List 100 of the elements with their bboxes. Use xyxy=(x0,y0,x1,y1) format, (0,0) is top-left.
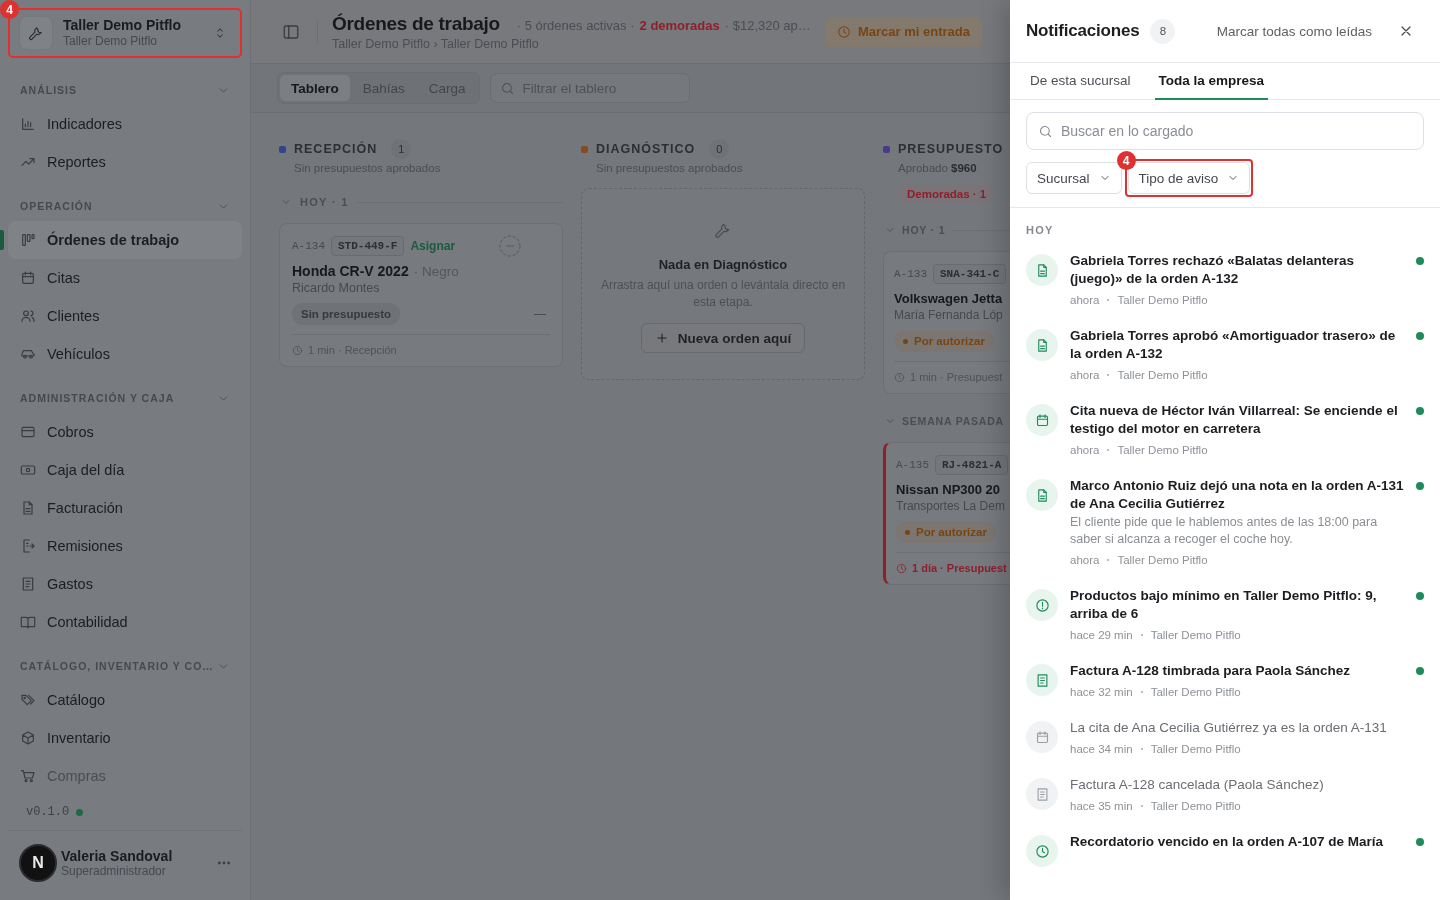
scope-tab[interactable]: Toda la empresa xyxy=(1154,63,1269,100)
version-label: v0.1.0 xyxy=(26,805,70,819)
empty-avatar-icon[interactable] xyxy=(498,234,522,258)
scope-tab[interactable]: De esta sucursal xyxy=(1026,63,1135,100)
count-badge: 8 xyxy=(1150,18,1176,44)
nav-item[interactable]: Clientes xyxy=(8,297,242,335)
notification-time: hace 32 min xyxy=(1070,686,1133,698)
notification-time: hace 34 min xyxy=(1070,743,1133,755)
mark-all-read-button[interactable]: Marcar todas como leídas xyxy=(1216,23,1372,39)
wrench-icon xyxy=(28,25,44,41)
status-pill: Por autorizar xyxy=(894,330,994,352)
notification-title[interactable]: Factura A-128 cancelada (Paola Sánchez) xyxy=(1070,776,1404,794)
plate-tag: RJ-4821-A xyxy=(935,455,1009,475)
clock-icon xyxy=(292,344,303,356)
bar-chart-icon xyxy=(20,116,36,132)
column-title: RECEPCIÓN xyxy=(294,142,378,156)
filter-dropdown[interactable]: Sucursal xyxy=(1026,162,1122,194)
sidebar-toggle-icon[interactable] xyxy=(282,22,300,41)
nav-item[interactable]: Facturación xyxy=(8,489,242,527)
panel-title: Notificaciones xyxy=(1026,21,1140,41)
vehicle-name: Nissan NP300 20 xyxy=(896,482,1001,497)
box-icon xyxy=(20,730,36,746)
header-stat: 2 demoradas xyxy=(639,17,720,33)
empty-title: Nada en Diagnóstico xyxy=(658,257,788,272)
notification-branch: Taller Demo Pitflo xyxy=(1117,554,1208,566)
notification-title[interactable]: Factura A-128 timbrada para Paola Sánchez xyxy=(1070,662,1404,680)
wrench-icon xyxy=(714,221,732,239)
receipt-icon xyxy=(1034,672,1050,688)
document-arrow-icon xyxy=(20,538,36,554)
count-badge: 0 xyxy=(709,139,730,159)
page-title: Órdenes de trabajo xyxy=(332,12,500,35)
nav-item[interactable]: Inventario xyxy=(8,719,242,757)
amount-text: — xyxy=(534,307,547,321)
calendar-icon xyxy=(1034,729,1050,745)
nav-item[interactable]: Citas xyxy=(8,259,242,297)
workspace-name: Taller Demo Pitflo xyxy=(63,17,182,34)
view-tab[interactable]: Tablero xyxy=(280,75,350,101)
notification-title[interactable]: Cita nueva de Héctor Iván Villarreal: Se enciende el testigo del motor en carretera xyxy=(1070,402,1404,438)
notification-branch: Taller Demo Pitflo xyxy=(1117,369,1208,381)
notification-branch: Taller Demo Pitflo xyxy=(1150,629,1241,641)
notification-time: ahora xyxy=(1070,444,1100,456)
new-order-button[interactable]: Nueva orden aquí xyxy=(640,323,806,353)
notification-time: ahora xyxy=(1070,294,1100,306)
nav-item[interactable]: Cobros xyxy=(8,413,242,451)
notification-branch: Taller Demo Pitflo xyxy=(1150,743,1241,755)
alert-icon xyxy=(1034,597,1050,613)
nav-item[interactable]: Indicadores xyxy=(8,105,242,143)
notification-branch: Taller Demo Pitflo xyxy=(1150,686,1241,698)
open-book-icon xyxy=(20,614,36,630)
callout-badge: 4 xyxy=(0,0,19,19)
receipt-icon xyxy=(1034,786,1050,802)
users-icon xyxy=(20,308,36,324)
notification-branch: Taller Demo Pitflo xyxy=(1117,294,1208,306)
tags-icon xyxy=(20,692,36,708)
cart-icon xyxy=(20,768,36,784)
notification-time: ahora xyxy=(1070,554,1100,566)
document-icon xyxy=(20,500,36,516)
column-title: DIAGNÓSTICO xyxy=(596,142,696,156)
notification-title[interactable]: Recordatorio vencido en la orden A-107 de María xyxy=(1070,833,1404,851)
columns-icon xyxy=(20,232,36,248)
vehicle-name: Volkswagen Jetta xyxy=(894,291,1003,306)
notification-title[interactable]: Gabriela Torres aprobó «Amortiguador trasero» de la orden A-132 xyxy=(1070,327,1404,363)
nav-item[interactable]: Vehículos xyxy=(8,335,242,373)
group-label: HOY xyxy=(1025,223,1055,238)
calendar-icon xyxy=(20,270,36,286)
nav-item[interactable]: Catálogo xyxy=(8,681,242,719)
notification-title[interactable]: Productos bajo mínimo en Taller Demo Pitflo: 9, arriba de 6 xyxy=(1070,587,1404,623)
nav-item[interactable]: Caja del día xyxy=(8,451,242,489)
notification-time: ahora xyxy=(1070,369,1100,381)
vehicle-name: Honda CR-V 2022 xyxy=(292,263,409,279)
notification-title[interactable]: La cita de Ana Cecilia Gutiérrez ya es la orden A-131 xyxy=(1070,719,1404,737)
status-pill: Sin presupuesto xyxy=(292,303,401,325)
plate-tag: STD-449-F xyxy=(331,236,405,256)
nav-item[interactable]: Remisiones xyxy=(8,527,242,565)
search-field[interactable]: Buscar en lo cargado xyxy=(1026,112,1424,150)
card-footer-text: 1 día · Presupuest xyxy=(912,562,1007,574)
column-title: PRESUPUESTO xyxy=(898,142,1004,156)
plus-icon xyxy=(654,331,669,345)
notification-branch: Taller Demo Pitflo xyxy=(1117,444,1208,456)
banknote-icon xyxy=(20,462,36,478)
receipt-icon xyxy=(20,576,36,592)
credit-card-icon xyxy=(20,424,36,440)
avatar: N xyxy=(19,843,57,882)
clock-icon xyxy=(1034,843,1050,859)
count-badge: 1 xyxy=(391,139,412,159)
notification-text: El cliente pide que le hablemos antes de las 18:00 para saber si alcanza a recoger el coche hoy. xyxy=(1070,514,1379,548)
notification-title[interactable]: Gabriela Torres rechazó «Balatas delanteras (juego)» de la orden A-132 xyxy=(1070,252,1404,288)
notification-time: hace 29 min xyxy=(1070,629,1133,641)
nav-item[interactable]: Reportes xyxy=(8,143,242,181)
plate-tag: SNA-341-C xyxy=(933,264,1007,284)
clock-icon xyxy=(896,562,907,574)
nav-item[interactable]: Contabilidad xyxy=(8,603,242,641)
status-pill: Por autorizar xyxy=(896,521,996,543)
notification-branch: Taller Demo Pitflo xyxy=(1150,800,1241,812)
clock-icon xyxy=(894,371,905,383)
nav-item[interactable]: Gastos xyxy=(8,565,242,603)
notification-title[interactable]: Marco Antonio Ruiz dejó una nota en la orden A-131 de Ana Cecilia Gutiérrez xyxy=(1070,477,1404,513)
calendar-icon xyxy=(1034,412,1050,428)
clock-icon xyxy=(837,24,851,39)
notification-time: hace 35 min xyxy=(1070,800,1133,812)
